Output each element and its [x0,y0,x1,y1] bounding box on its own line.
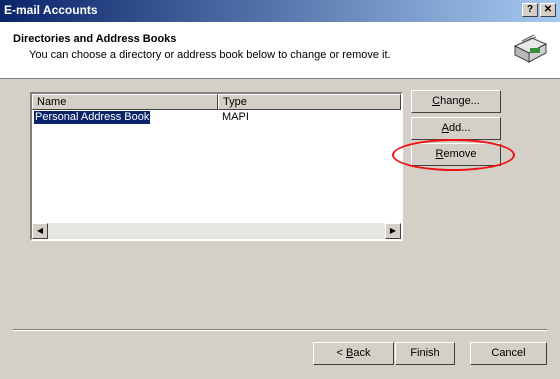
footer-separator [13,329,547,331]
horizontal-scrollbar[interactable]: ◀ ▶ [32,223,401,239]
change-button[interactable]: Change... [411,90,501,113]
email-accounts-dialog: E-mail Accounts ? ✕ Directories and Addr… [0,0,560,379]
column-header-name[interactable]: Name [32,94,218,110]
help-icon[interactable]: ? [522,3,538,17]
list-item-name[interactable]: Personal Address Book [32,110,152,125]
title-bar[interactable]: E-mail Accounts ? ✕ [0,0,560,22]
list-item-type: MAPI [222,111,249,123]
scroll-left-icon[interactable]: ◀ [32,223,48,239]
address-book-list[interactable]: Name Type Personal Address Book MAPI ◀ ▶ [30,92,403,241]
annotation-ring [392,139,515,171]
add-button[interactable]: Add... [411,117,501,140]
address-book-icon [513,34,548,63]
back-button[interactable]: < Back [313,342,394,365]
wizard-header: Directories and Address Books You can ch… [0,22,560,79]
finish-button[interactable]: Finish [395,342,455,365]
column-header-type[interactable]: Type [218,94,401,110]
cancel-button[interactable]: Cancel [470,342,547,365]
window-title: E-mail Accounts [4,3,98,17]
scroll-right-icon[interactable]: ▶ [385,223,401,239]
header-subtitle: You can choose a directory or address bo… [29,49,391,61]
close-icon[interactable]: ✕ [540,3,556,17]
header-title: Directories and Address Books [13,33,177,45]
